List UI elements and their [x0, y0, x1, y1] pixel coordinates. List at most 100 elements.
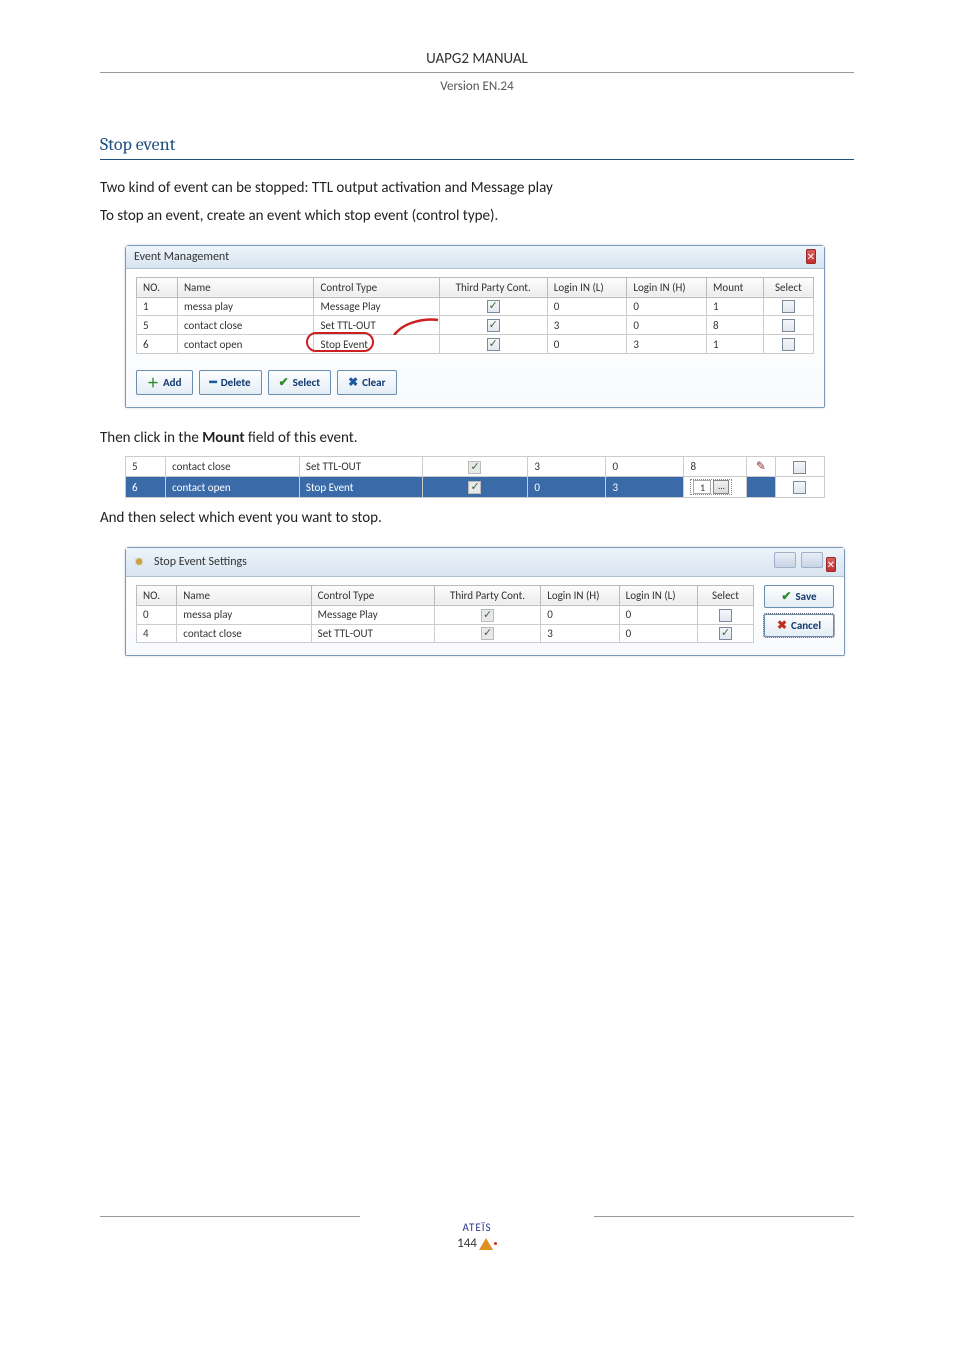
event-management-window: Event Management ✕ NO. Name Control Type…	[125, 245, 825, 409]
gear-icon: ✹	[134, 555, 148, 569]
paragraph-4: And then select which event you want to …	[100, 508, 854, 528]
checkbox-icon[interactable]	[719, 627, 732, 640]
col-no[interactable]: NO.	[137, 277, 178, 297]
col-name[interactable]: Name	[177, 277, 314, 297]
table-header-row: NO. Name Control Type Third Party Cont. …	[137, 585, 754, 605]
cell-login-l: 0	[619, 624, 697, 643]
col-mount[interactable]: Mount	[707, 277, 764, 297]
table-row[interactable]: 4 contact close Set TTL-OUT 3 0	[137, 624, 754, 643]
table-row[interactable]: 1 messa play Message Play 0 0 1	[137, 297, 814, 316]
cell-select	[763, 335, 813, 354]
cell-login-h: 3	[627, 335, 707, 354]
pencil-icon: ✎	[756, 460, 766, 474]
cell-ctype: Message Play	[311, 605, 434, 624]
cell-login-l: 0	[547, 335, 627, 354]
maximize-icon[interactable]	[801, 552, 823, 568]
checkbox-icon[interactable]	[793, 481, 806, 494]
table-row[interactable]: 6 contact open Stop Event 0 3 1	[137, 335, 814, 354]
cell-login-h: 0	[627, 316, 707, 335]
col-ctype[interactable]: Control Type	[311, 585, 434, 605]
cell-ctype: Message Play	[314, 297, 439, 316]
col-select[interactable]: Select	[763, 277, 813, 297]
table-row[interactable]: 5 contact close Set TTL-OUT 3 0 8	[137, 316, 814, 335]
col-select[interactable]: Select	[697, 585, 753, 605]
cell-mount: 8	[707, 316, 764, 335]
cell-third	[422, 457, 528, 477]
table-row[interactable]: 5 contact close Set TTL-OUT 3 0 8 ✎	[126, 457, 825, 477]
checkbox-icon[interactable]	[487, 319, 500, 332]
doc-title: UAPG2 MANUAL	[100, 50, 854, 68]
x-icon: ✖	[348, 375, 358, 390]
col-no[interactable]: NO.	[137, 585, 177, 605]
section-rule	[100, 159, 854, 160]
cell-name: contact close	[166, 457, 300, 477]
footer-brand: ATEÏS	[100, 1221, 854, 1234]
col-third[interactable]: Third Party Cont.	[434, 585, 540, 605]
checkbox-icon[interactable]	[793, 461, 806, 474]
cell-login-l: 0	[528, 477, 606, 498]
plus-icon: ＋	[147, 374, 159, 391]
paragraph-3: Then click in the Mount field of this ev…	[100, 428, 854, 448]
right-buttons: ✔Save ✖Cancel	[764, 585, 834, 637]
cell-login-h: 0	[627, 297, 707, 316]
checkbox-icon[interactable]	[782, 300, 795, 313]
mount-value[interactable]: 1	[693, 480, 711, 494]
cell-mount-edit[interactable]: 1 …	[684, 477, 746, 498]
col-login-h[interactable]: Login IN (H)	[627, 277, 707, 297]
checkbox-icon[interactable]	[782, 319, 795, 332]
cell-third	[439, 335, 547, 354]
table-row[interactable]: 0 messa play Message Play 0 0	[137, 605, 754, 624]
col-login-h[interactable]: Login IN (H)	[541, 585, 619, 605]
col-name[interactable]: Name	[177, 585, 311, 605]
cell-mount: 1	[707, 297, 764, 316]
checkbox-icon[interactable]	[487, 300, 500, 313]
footer-rule-left	[100, 1216, 360, 1217]
cancel-button[interactable]: ✖Cancel	[764, 614, 834, 637]
col-third[interactable]: Third Party Cont.	[439, 277, 547, 297]
window-title-text: Stop Event Settings	[154, 555, 247, 569]
toolbar: ＋Add ━Delete ✔Select ✖Clear	[136, 370, 814, 395]
add-button[interactable]: ＋Add	[136, 370, 193, 395]
cell-login-l: 3	[528, 457, 606, 477]
stop-event-table: NO. Name Control Type Third Party Cont. …	[136, 585, 754, 644]
cell-name: contact close	[177, 316, 314, 335]
delete-button[interactable]: ━Delete	[199, 370, 262, 395]
select-button[interactable]: ✔Select	[268, 370, 331, 395]
checkbox-icon[interactable]	[719, 609, 732, 622]
window-title-text: Event Management	[134, 250, 229, 264]
clear-button[interactable]: ✖Clear	[337, 370, 396, 395]
save-button[interactable]: ✔Save	[764, 585, 834, 608]
mount-editor[interactable]: 1 …	[690, 479, 732, 495]
minus-icon: ━	[210, 375, 217, 390]
cell-name: messa play	[177, 297, 314, 316]
cell-login-h: 3	[606, 477, 684, 498]
ellipsis-button-icon[interactable]: …	[713, 480, 729, 494]
checkbox-icon	[481, 627, 494, 640]
close-icon[interactable]: ✕	[806, 249, 816, 264]
cell-select	[775, 477, 824, 498]
cell-mount: 8	[684, 457, 746, 477]
cell-edit	[746, 477, 775, 498]
check-icon: ✔	[781, 589, 791, 604]
checkbox-icon[interactable]	[782, 338, 795, 351]
cell-ctype: Stop Event	[299, 477, 422, 498]
col-login-l[interactable]: Login IN (L)	[547, 277, 627, 297]
paragraph-2: To stop an event, create an event which …	[100, 206, 854, 226]
minimize-icon[interactable]	[774, 552, 796, 568]
checkbox-icon[interactable]	[487, 338, 500, 351]
col-login-l[interactable]: Login IN (L)	[619, 585, 697, 605]
cell-login-h: 3	[541, 624, 619, 643]
checkbox-icon	[468, 461, 481, 474]
table-row-selected[interactable]: 6 contact open Stop Event 0 3 1 …	[126, 477, 825, 498]
page-number: 144	[100, 1236, 854, 1251]
col-ctype[interactable]: Control Type	[314, 277, 439, 297]
stop-event-settings-window: ✹ Stop Event Settings ✕ NO. Name Control…	[125, 547, 845, 657]
checkbox-icon	[468, 481, 481, 494]
cell-third	[422, 477, 528, 498]
cell-third	[439, 316, 547, 335]
cell-no: 5	[126, 457, 166, 477]
cell-ctype: Set TTL-OUT	[311, 624, 434, 643]
cell-no: 6	[126, 477, 166, 498]
close-icon[interactable]: ✕	[826, 557, 836, 572]
cell-no: 0	[137, 605, 177, 624]
